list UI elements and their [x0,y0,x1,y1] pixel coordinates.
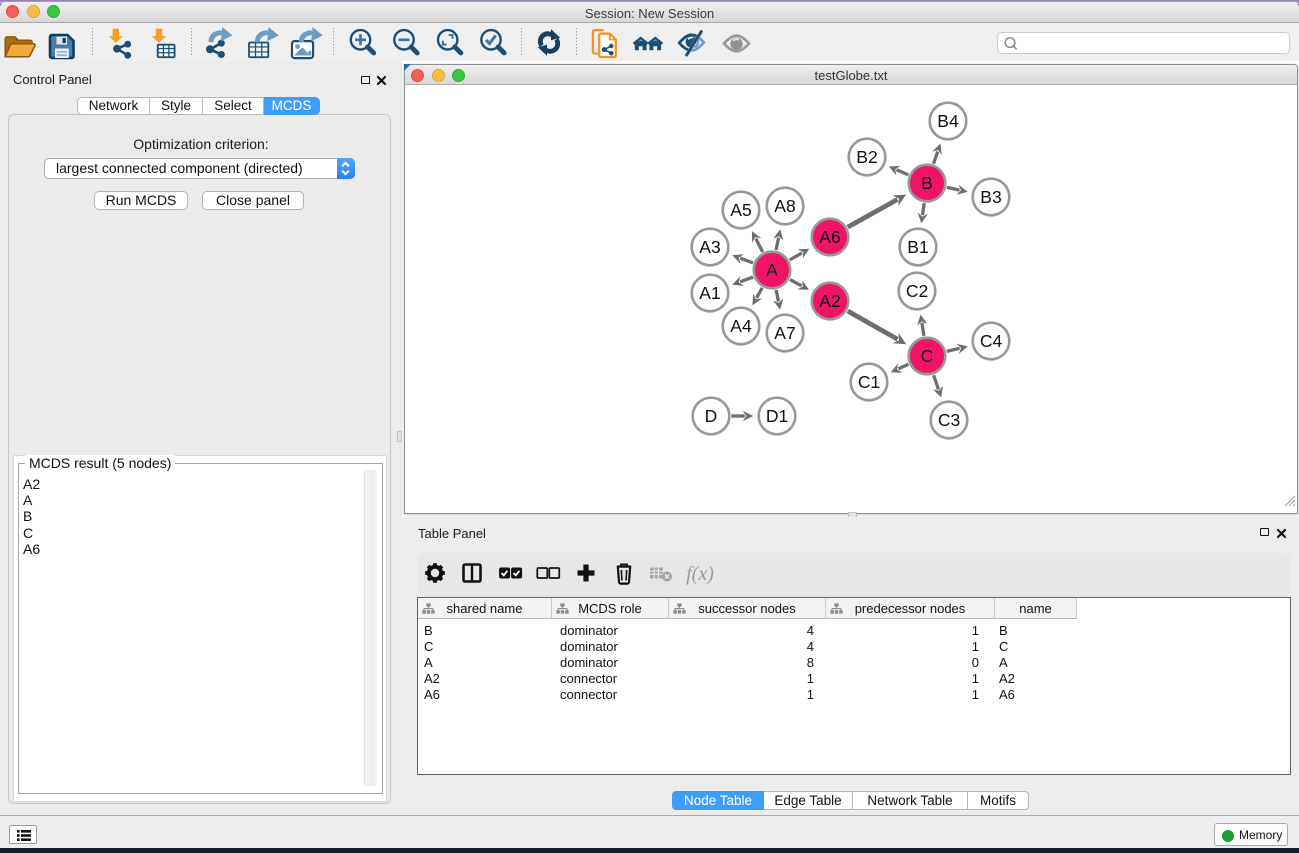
svg-text:A5: A5 [730,200,751,220]
svg-text:D: D [705,406,718,426]
svg-text:A4: A4 [730,316,752,336]
svg-text:D1: D1 [766,406,788,426]
svg-text:C: C [921,346,934,366]
svg-text:B1: B1 [907,237,928,257]
svg-text:A1: A1 [699,283,720,303]
svg-text:A: A [766,260,778,280]
svg-text:A2: A2 [819,291,840,311]
svg-text:A3: A3 [699,237,720,257]
svg-text:B: B [921,173,933,193]
svg-text:C2: C2 [906,281,928,301]
svg-text:B2: B2 [856,147,877,167]
svg-text:A7: A7 [774,323,795,343]
svg-text:C3: C3 [938,410,960,430]
svg-text:A6: A6 [819,227,840,247]
svg-text:B3: B3 [980,187,1001,207]
svg-text:f(x): f(x) [686,563,714,585]
svg-text:C4: C4 [980,331,1003,351]
svg-text:B4: B4 [937,111,959,131]
svg-text:A8: A8 [774,196,795,216]
svg-text:C1: C1 [858,372,880,392]
